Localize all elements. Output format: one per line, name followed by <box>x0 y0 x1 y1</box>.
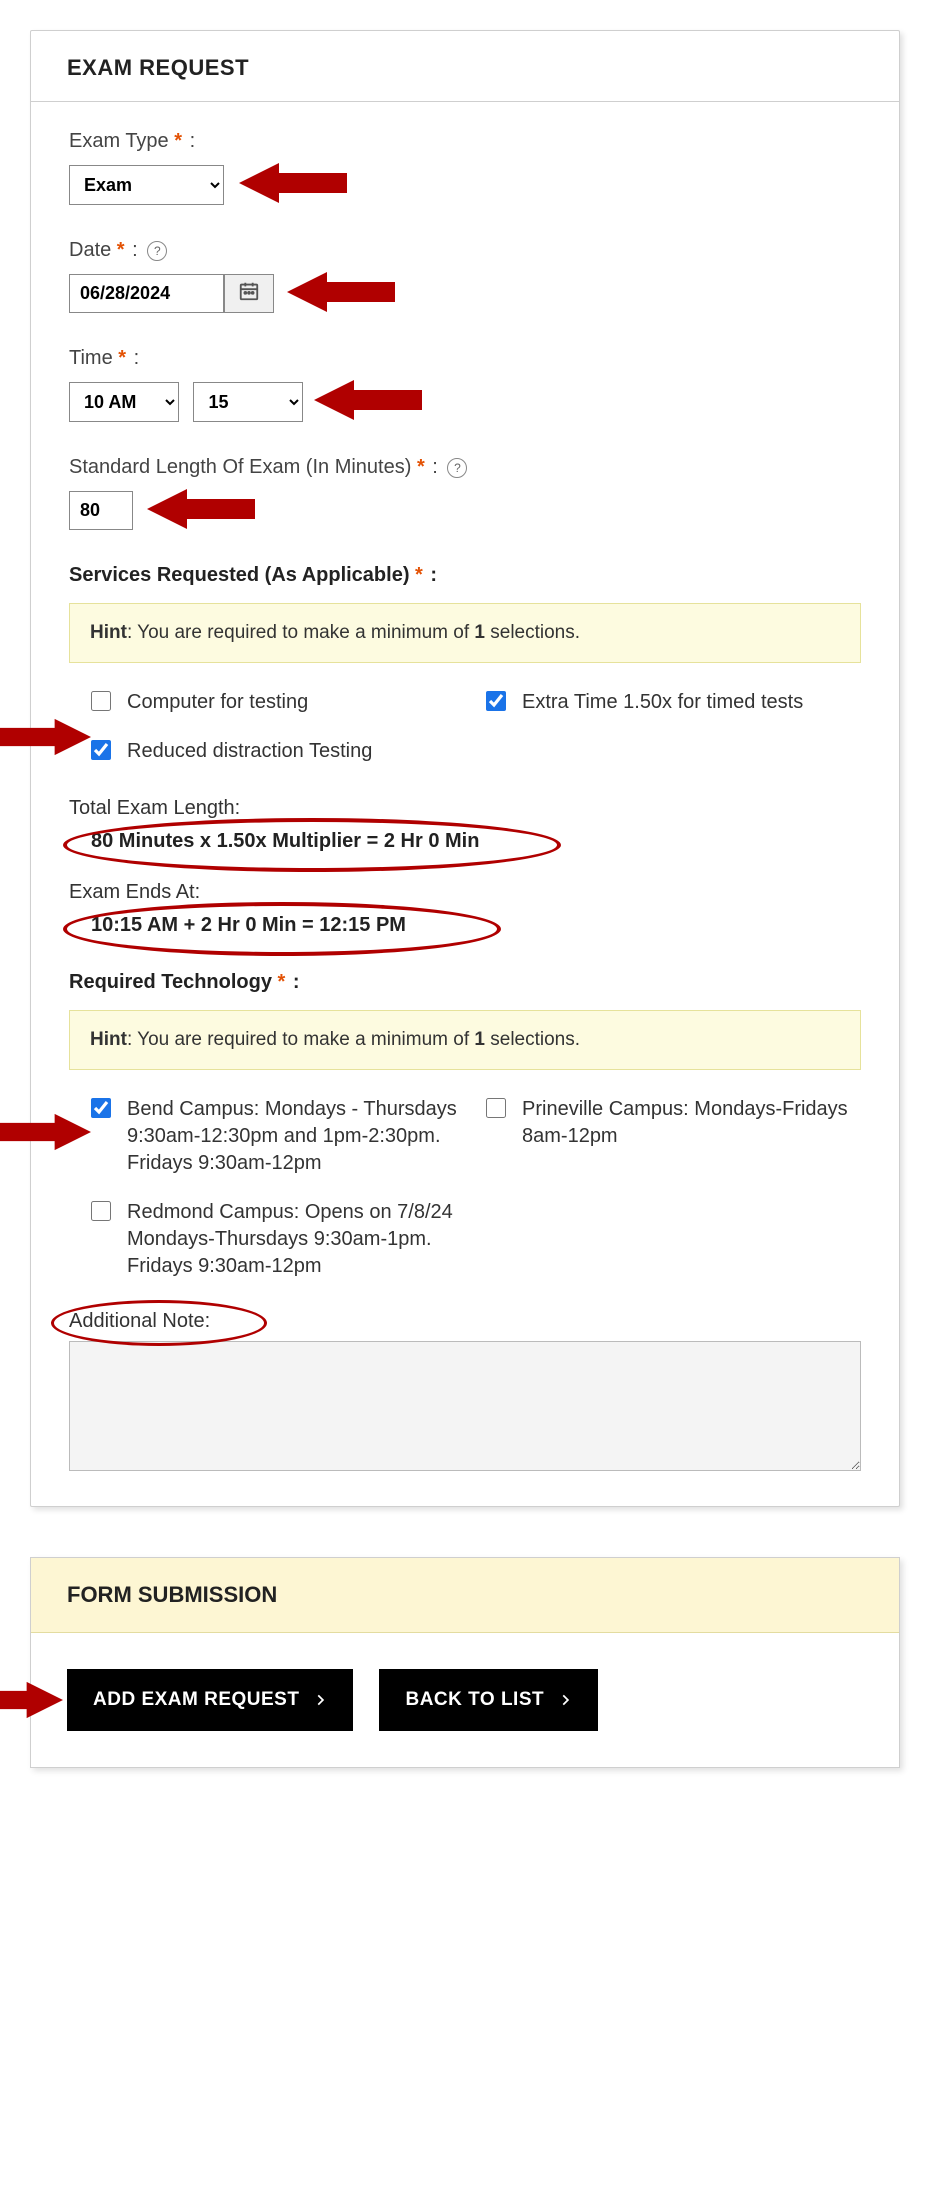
label-text: Date <box>69 239 111 261</box>
colon: : <box>425 564 437 586</box>
hint-prefix: Hint <box>90 1029 127 1050</box>
hint-prefix: Hint <box>90 622 127 643</box>
service-option: Extra Time 1.50x for timed tests <box>486 689 861 716</box>
checkbox-label: Reduced distraction Testing <box>127 738 372 765</box>
required-asterisk: * <box>113 347 126 369</box>
annotation-arrow-icon <box>147 484 257 534</box>
hint-text-c: selections. <box>485 1029 580 1050</box>
tech-label: Required Technology * : <box>69 971 861 994</box>
exam-request-card: EXAM REQUEST Exam Type * : Exam Date * : <box>30 30 900 1507</box>
annotation-arrow-icon <box>287 267 397 317</box>
required-asterisk: * <box>272 971 285 993</box>
colon: : <box>427 456 438 478</box>
annotation-arrow-icon <box>314 375 424 425</box>
add-exam-request-button[interactable]: ADD EXAM REQUEST <box>67 1669 353 1731</box>
button-label: ADD EXAM REQUEST <box>93 1689 299 1711</box>
length-label: Standard Length Of Exam (In Minutes) * :… <box>69 456 861 479</box>
checkbox-label: Redmond Campus: Opens on 7/8/24 Mondays-… <box>127 1199 466 1280</box>
help-icon[interactable]: ? <box>147 241 167 261</box>
exam-type-select[interactable]: Exam <box>69 165 224 205</box>
required-asterisk: * <box>411 456 424 478</box>
hint-text-a: : You are required to make a minimum of <box>127 1029 474 1050</box>
time-minute-select[interactable]: 15 <box>193 382 303 422</box>
help-icon[interactable]: ? <box>447 458 467 478</box>
checkbox-label: Computer for testing <box>127 689 308 716</box>
hint-count: 1 <box>474 622 485 643</box>
required-asterisk: * <box>111 239 124 261</box>
colon: : <box>287 971 299 993</box>
label-text: Services Requested (As Applicable) <box>69 564 410 586</box>
calendar-button[interactable] <box>224 274 274 313</box>
annotation-arrow-icon <box>0 1107 91 1157</box>
time-hour-select[interactable]: 10 AM <box>69 382 179 422</box>
colon: : <box>128 347 139 369</box>
date-input[interactable] <box>69 274 224 313</box>
date-label: Date * : ? <box>69 239 861 262</box>
back-to-list-button[interactable]: BACK TO LIST <box>379 1669 598 1731</box>
checkbox-prineville-campus[interactable] <box>486 1098 506 1118</box>
chevron-right-icon <box>313 1693 327 1707</box>
service-option: Reduced distraction Testing <box>91 738 466 765</box>
tech-option: Redmond Campus: Opens on 7/8/24 Mondays-… <box>91 1199 466 1280</box>
chevron-right-icon <box>558 1693 572 1707</box>
calendar-icon <box>238 280 260 307</box>
checkbox-redmond-campus[interactable] <box>91 1201 111 1221</box>
ends-at-value: 10:15 AM + 2 Hr 0 Min = 12:15 PM <box>91 914 861 937</box>
form-submission-card: FORM SUBMISSION ADD EXAM REQUEST BACK TO… <box>30 1557 900 1768</box>
note-label: Additional Note: <box>69 1310 861 1333</box>
label-text: Standard Length Of Exam (In Minutes) <box>69 456 411 478</box>
label-text: Time <box>69 347 113 369</box>
card-title: EXAM REQUEST <box>31 31 899 101</box>
additional-note-textarea[interactable] <box>69 1341 861 1471</box>
label-text: Exam Type <box>69 130 169 152</box>
checkbox-label: Bend Campus: Mondays - Thursdays 9:30am-… <box>127 1096 466 1177</box>
tech-option: Bend Campus: Mondays - Thursdays 9:30am-… <box>91 1096 466 1177</box>
time-label: Time * : <box>69 347 861 370</box>
annotation-arrow-icon <box>0 1675 63 1725</box>
submission-header: FORM SUBMISSION <box>31 1558 899 1633</box>
services-hint: Hint: You are required to make a minimum… <box>69 603 861 663</box>
hint-text-a: : You are required to make a minimum of <box>127 622 474 643</box>
service-option: Computer for testing <box>91 689 466 716</box>
tech-option: Prineville Campus: Mondays-Fridays 8am-1… <box>486 1096 861 1177</box>
checkbox-computer-testing[interactable] <box>91 691 111 711</box>
checkbox-extra-time[interactable] <box>486 691 506 711</box>
checkbox-label: Prineville Campus: Mondays-Fridays 8am-1… <box>522 1096 861 1150</box>
label-text: Required Technology <box>69 971 272 993</box>
checkbox-reduced-distraction[interactable] <box>91 740 111 760</box>
hint-count: 1 <box>474 1029 485 1050</box>
annotation-arrow-icon <box>239 158 349 208</box>
exam-type-label: Exam Type * : <box>69 130 861 153</box>
label-text: Additional Note: <box>69 1310 210 1332</box>
colon: : <box>127 239 138 261</box>
tech-hint: Hint: You are required to make a minimum… <box>69 1010 861 1070</box>
services-label: Services Requested (As Applicable) * : <box>69 564 861 587</box>
colon: : <box>184 130 195 152</box>
required-asterisk: * <box>169 130 182 152</box>
ends-at-label: Exam Ends At: <box>69 881 861 904</box>
hint-text-c: selections. <box>485 622 580 643</box>
required-asterisk: * <box>410 564 423 586</box>
annotation-arrow-icon <box>0 712 91 762</box>
checkbox-bend-campus[interactable] <box>91 1098 111 1118</box>
total-length-label: Total Exam Length: <box>69 797 861 820</box>
length-input[interactable] <box>69 491 133 530</box>
checkbox-label: Extra Time 1.50x for timed tests <box>522 689 803 716</box>
total-length-value: 80 Minutes x 1.50x Multiplier = 2 Hr 0 M… <box>91 830 861 853</box>
button-label: BACK TO LIST <box>405 1689 544 1711</box>
